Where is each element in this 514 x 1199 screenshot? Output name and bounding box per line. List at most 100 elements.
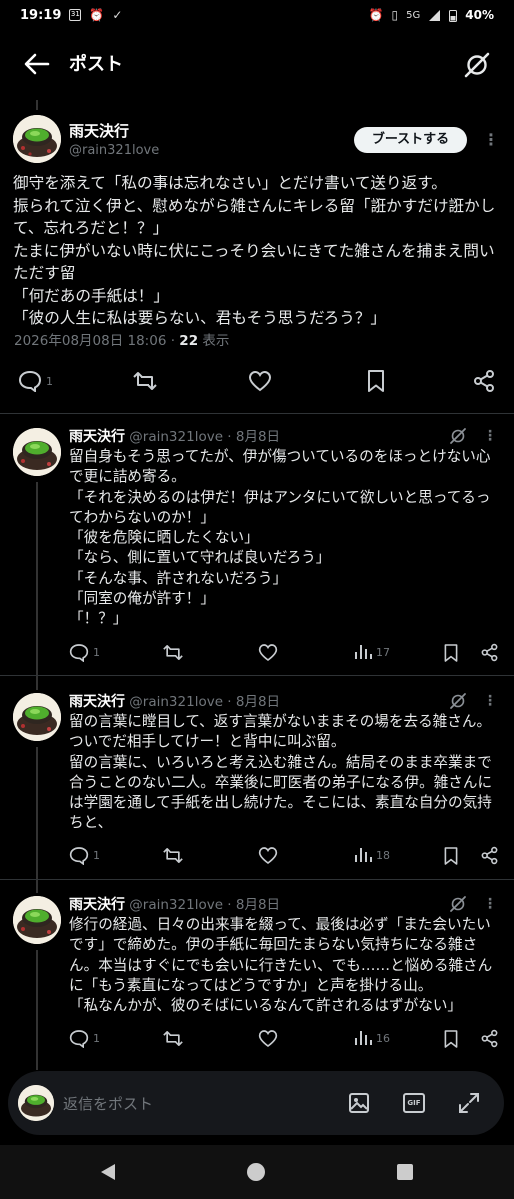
nav-recents-icon[interactable] bbox=[396, 1163, 414, 1181]
views-action[interactable]: 17 bbox=[354, 643, 390, 661]
views-count: 16 bbox=[376, 1031, 390, 1045]
matcha-avatar-icon bbox=[13, 693, 61, 741]
reply-handle-date: @rain321love · 8月8日 bbox=[125, 897, 281, 913]
signal-icon bbox=[429, 9, 441, 21]
thread-connector bbox=[36, 747, 38, 893]
reply-count: 1 bbox=[93, 646, 100, 659]
share-icon[interactable] bbox=[480, 1029, 499, 1048]
views-icon bbox=[355, 848, 372, 862]
reply-handle-date: @rain321love · 8月8日 bbox=[125, 429, 281, 445]
matcha-avatar-icon bbox=[13, 896, 61, 944]
calendar-icon: 31 bbox=[69, 9, 82, 21]
reply-author-name: 雨天決行 bbox=[69, 429, 125, 445]
reply-input[interactable]: 返信をポスト bbox=[63, 1093, 153, 1114]
repost-icon[interactable] bbox=[163, 846, 183, 865]
share-icon[interactable] bbox=[472, 369, 496, 393]
nav-back-icon[interactable] bbox=[98, 1162, 118, 1182]
reply-author[interactable]: 雨天決行 @rain321love · 8月8日 bbox=[69, 425, 280, 446]
more-options-icon[interactable]: ⋮ bbox=[483, 897, 497, 911]
avatar[interactable] bbox=[13, 428, 61, 476]
more-options-icon[interactable]: ⋮ bbox=[483, 132, 499, 148]
more-options-icon[interactable]: ⋮ bbox=[483, 429, 497, 443]
nav-home-icon[interactable] bbox=[246, 1162, 266, 1182]
alarm-icon: ⏰ bbox=[89, 8, 105, 22]
grok-icon[interactable] bbox=[449, 895, 467, 913]
like-icon[interactable] bbox=[258, 846, 278, 865]
reply-author[interactable]: 雨天決行 @rain321love · 8月8日 bbox=[69, 690, 280, 711]
alarm-icon: ⏰ bbox=[368, 8, 384, 22]
battery-level: 40% bbox=[465, 8, 494, 22]
divider bbox=[0, 879, 514, 880]
thread-connector bbox=[36, 482, 38, 690]
avatar[interactable] bbox=[13, 693, 61, 741]
bookmark-icon[interactable] bbox=[443, 1029, 459, 1049]
reply-action[interactable]: 1 bbox=[69, 1029, 100, 1048]
more-options-icon[interactable]: ⋮ bbox=[483, 694, 497, 708]
thread-connector bbox=[36, 950, 38, 1070]
status-time: 19:19 bbox=[20, 7, 62, 23]
repost-icon[interactable] bbox=[163, 643, 183, 662]
views-action[interactable]: 16 bbox=[354, 1029, 390, 1047]
reply-count: 1 bbox=[93, 849, 100, 862]
reply-action[interactable]: 1 bbox=[69, 643, 100, 662]
reply-handle-date: @rain321love · 8月8日 bbox=[125, 694, 281, 710]
reply-action[interactable]: 1 bbox=[69, 846, 100, 865]
grok-icon[interactable] bbox=[462, 50, 492, 80]
author-name[interactable]: 雨天決行 bbox=[69, 120, 129, 141]
views-icon bbox=[355, 645, 372, 659]
bookmark-icon[interactable] bbox=[366, 369, 386, 393]
author-handle[interactable]: @rain321love bbox=[69, 143, 159, 158]
divider bbox=[0, 413, 514, 414]
composer-avatar bbox=[18, 1085, 54, 1121]
reply-text: 留の言葉に瞠目して、返す言葉がないままその場を去る雑さん。ついでだ相手してけー！… bbox=[69, 713, 493, 832]
reply-action[interactable]: 1 bbox=[18, 370, 53, 392]
views-icon bbox=[355, 1031, 372, 1045]
reply-author-name: 雨天決行 bbox=[69, 694, 125, 710]
avatar[interactable] bbox=[13, 896, 61, 944]
reply-author-name: 雨天決行 bbox=[69, 897, 125, 913]
bookmark-icon[interactable] bbox=[443, 846, 459, 866]
bookmark-icon[interactable] bbox=[443, 643, 459, 663]
views-count: 18 bbox=[376, 848, 390, 862]
repost-icon[interactable] bbox=[133, 370, 157, 392]
system-nav-bar bbox=[0, 1145, 514, 1199]
grok-icon[interactable] bbox=[449, 692, 467, 710]
thread-connector bbox=[36, 100, 38, 110]
network-label: 5G bbox=[406, 9, 421, 21]
matcha-avatar-icon bbox=[18, 1085, 54, 1121]
post-meta: 2026年08月08日 18:06 · 22 表示 bbox=[14, 333, 230, 349]
like-icon[interactable] bbox=[248, 370, 272, 392]
like-icon[interactable] bbox=[258, 1029, 278, 1048]
avatar[interactable] bbox=[13, 115, 61, 163]
reply-text: 修行の経過、日々の出来事を綴って、最後は必ず「また会いたいです」で締めた。伊の手… bbox=[69, 916, 493, 1015]
status-bar: 19:19 31 ⏰ ✓ ⏰ ▯ 5G 40% bbox=[0, 0, 514, 30]
reply-author[interactable]: 雨天決行 @rain321love · 8月8日 bbox=[69, 893, 280, 914]
share-icon[interactable] bbox=[480, 846, 499, 865]
views-count[interactable]: 22 bbox=[179, 333, 198, 349]
battery-icon bbox=[449, 9, 458, 22]
share-icon[interactable] bbox=[480, 643, 499, 662]
post-timestamp: 2026年08月08日 18:06 bbox=[14, 333, 167, 349]
reply-icon bbox=[69, 644, 89, 662]
matcha-avatar-icon bbox=[13, 428, 61, 476]
gif-icon[interactable]: GIF bbox=[403, 1093, 425, 1113]
reply-composer[interactable]: 返信をポスト GIF bbox=[8, 1071, 504, 1135]
reply-icon bbox=[69, 1030, 89, 1048]
top-header: ポスト bbox=[0, 38, 514, 90]
reply-count: 1 bbox=[93, 1032, 100, 1045]
grok-icon[interactable] bbox=[449, 427, 467, 445]
expand-icon[interactable] bbox=[458, 1092, 480, 1114]
post-actions: 1 bbox=[0, 366, 514, 396]
image-icon[interactable] bbox=[348, 1092, 370, 1114]
like-icon[interactable] bbox=[258, 643, 278, 662]
post-text: 御守を添えて「私の事は忘れなさい」とだけ書いて送り返す。 振られて泣く伊と、慰め… bbox=[13, 174, 496, 327]
boost-button[interactable]: ブーストする bbox=[354, 127, 467, 153]
views-label: 表示 bbox=[198, 333, 230, 349]
views-action[interactable]: 18 bbox=[354, 846, 390, 864]
reply-icon bbox=[18, 370, 42, 392]
divider bbox=[0, 675, 514, 676]
vibrate-icon: ▯ bbox=[391, 8, 399, 22]
reply-count: 1 bbox=[46, 374, 53, 388]
back-arrow-icon[interactable] bbox=[22, 50, 52, 78]
repost-icon[interactable] bbox=[163, 1029, 183, 1048]
